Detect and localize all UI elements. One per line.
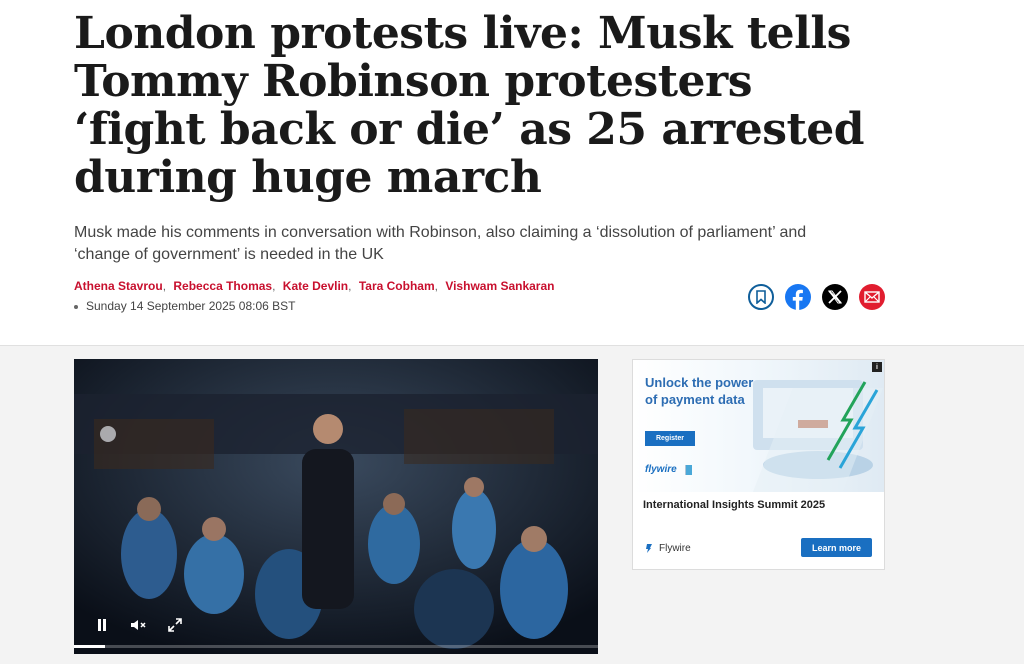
ad-title: International Insights Summit 2025: [643, 499, 826, 511]
ad-headline: Unlock the power of payment data: [645, 375, 754, 407]
ad-info-icon[interactable]: i: [872, 362, 882, 372]
headline: London protests live: Musk tells Tommy R…: [74, 8, 865, 203]
standfirst: Musk made his comments in conversation w…: [74, 224, 807, 263]
bullet-icon: [74, 304, 78, 309]
fullscreen-button[interactable]: [164, 614, 186, 636]
flywire-icon: [646, 544, 652, 553]
video-player[interactable]: [74, 359, 598, 654]
bookmark-icon: [756, 290, 766, 304]
ad-brand: Flywire: [645, 543, 691, 554]
mute-icon: [131, 620, 146, 630]
ad-register-button[interactable]: Register: [645, 431, 695, 446]
ad-image: Unlock the power of payment data Registe…: [633, 360, 884, 492]
author-link[interactable]: Kate Devlin: [283, 279, 348, 293]
article-header: London protests live: Musk tells Tommy R…: [0, 0, 1024, 345]
x-share-button[interactable]: [822, 284, 848, 310]
facebook-share-button[interactable]: [785, 284, 811, 310]
author-link[interactable]: Athena Stavrou: [74, 279, 163, 293]
date-text: Sunday 14 September 2025 08:06 BST: [86, 299, 296, 313]
advertisement[interactable]: Unlock the power of payment data Registe…: [632, 359, 885, 570]
author-list: Athena Stavrou, Rebecca Thomas, Kate Dev…: [74, 279, 555, 293]
email-share-button[interactable]: [859, 284, 885, 310]
facebook-icon: [792, 289, 803, 310]
fullscreen-icon: [168, 618, 182, 632]
pause-button[interactable]: [91, 614, 113, 636]
publish-date: Sunday 14 September 2025 08:06 BST: [74, 299, 295, 313]
mute-button[interactable]: [128, 614, 150, 636]
video-progress-bar[interactable]: [74, 645, 598, 648]
ad-brand-name: Flywire: [659, 543, 691, 554]
pause-icon: [98, 619, 106, 631]
ad-logo: flywire: [645, 464, 722, 475]
author-link[interactable]: Tara Cobham: [359, 279, 435, 293]
flywire-logo: flywire: [645, 464, 677, 475]
email-icon: [864, 291, 880, 303]
learn-more-button[interactable]: Learn more: [801, 538, 872, 557]
author-link[interactable]: Vishwam Sankaran: [445, 279, 554, 293]
video-progress-fill: [74, 645, 106, 648]
summit-logo-icon: [684, 464, 722, 475]
bookmark-button[interactable]: [748, 284, 774, 310]
x-icon: [828, 290, 842, 304]
author-link[interactable]: Rebecca Thomas: [173, 279, 272, 293]
video-frame-image: [74, 359, 598, 654]
